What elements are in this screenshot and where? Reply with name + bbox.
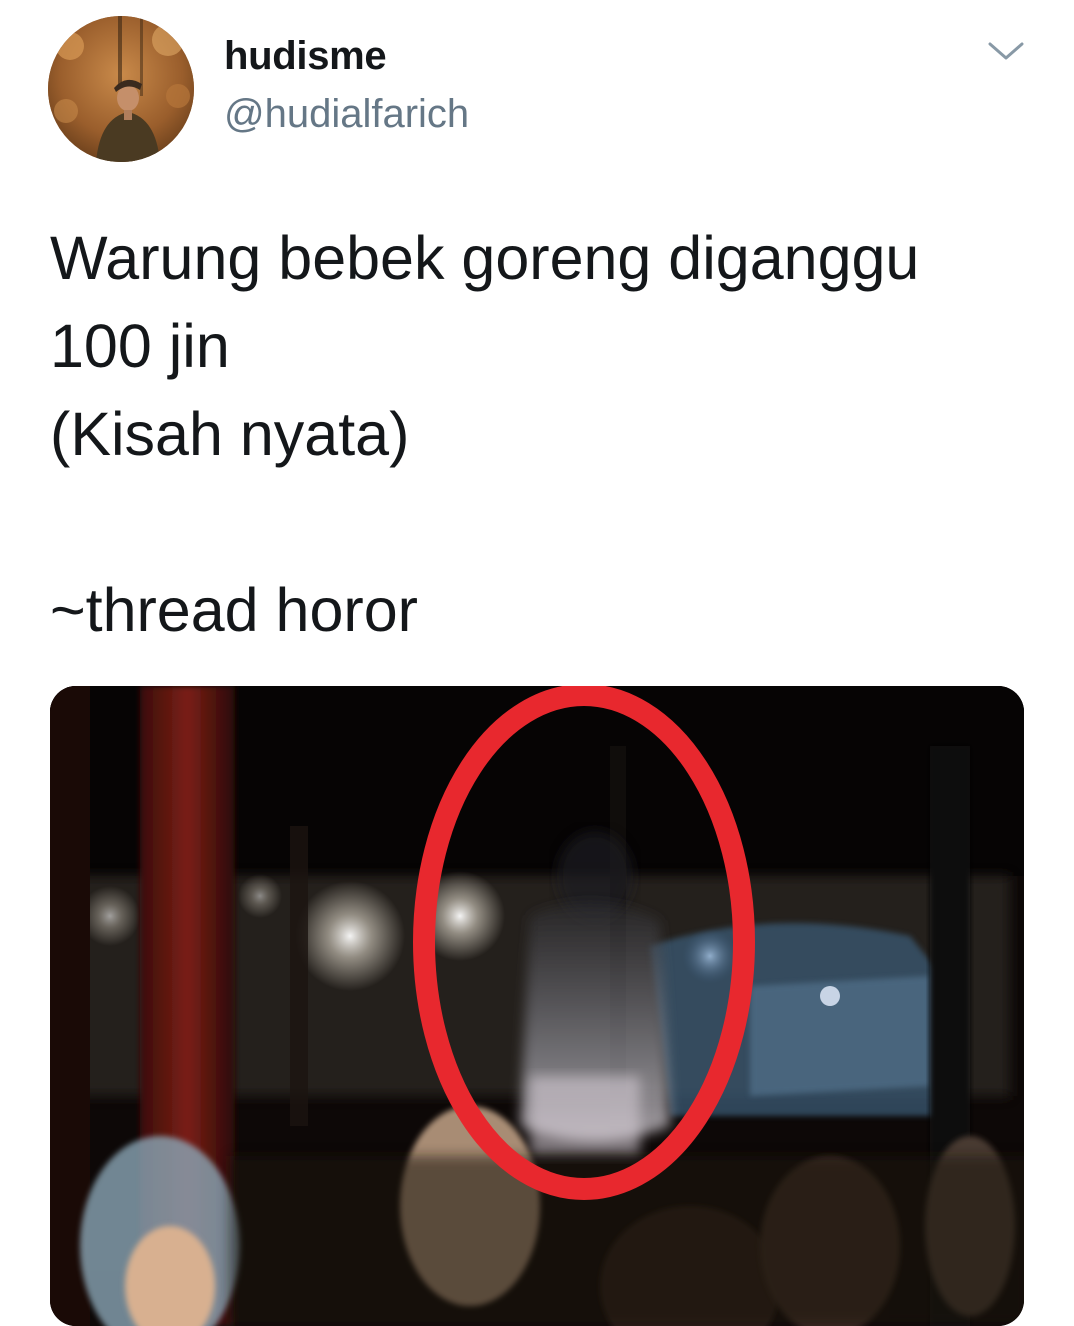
tweet-media-image[interactable] bbox=[50, 686, 1024, 1326]
display-name[interactable]: hudisme bbox=[224, 34, 387, 79]
chevron-down-icon[interactable] bbox=[986, 36, 1026, 66]
user-handle[interactable]: @hudialfarich bbox=[224, 92, 469, 137]
tweet-text: Warung bebek goreng diganggu 100 jin (Ki… bbox=[50, 224, 920, 644]
avatar[interactable] bbox=[48, 16, 194, 162]
tweet-card: hudisme @hudialfarich Warung bebek goren… bbox=[0, 0, 1074, 1326]
